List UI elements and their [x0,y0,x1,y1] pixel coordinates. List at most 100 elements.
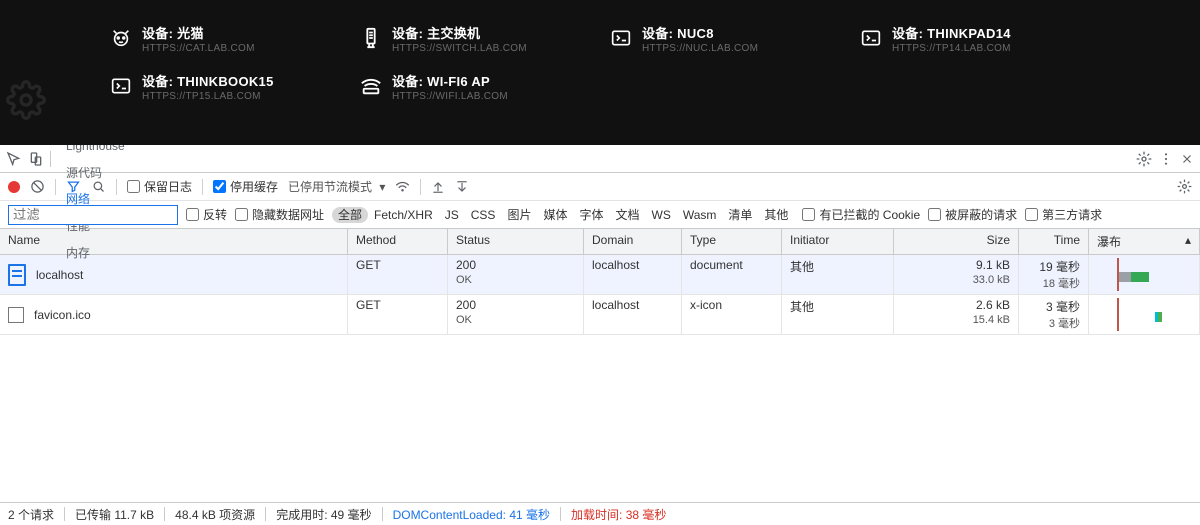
cat-icon [110,27,132,49]
document-icon [8,264,26,286]
table-header-row: Name Method Status Domain Type Initiator… [0,229,1200,255]
cell-method: GET [348,255,448,295]
filter-type[interactable]: 全部 [332,207,368,223]
filter-input[interactable] [8,205,178,225]
filter-type[interactable]: 文档 [609,207,645,223]
device-url: HTTPS://TP15.LAB.COM [142,91,274,102]
invert-checkbox[interactable]: 反转 [186,206,227,223]
blocked-cookies-checkbox[interactable]: 有已拦截的 Cookie [802,206,920,223]
device-url: HTTPS://NUC.LAB.COM [642,43,758,54]
filter-type[interactable]: 其他 [758,207,794,223]
throttling-dropdown[interactable]: 已停用节流模式 ▾ [288,178,385,195]
device-url: HTTPS://CAT.LAB.COM [142,43,255,54]
status-bar: 2 个请求 已传输 11.7 kB 48.4 kB 项资源 完成用时: 49 毫… [0,502,1200,525]
status-load: 加载时间: 38 毫秒 [571,506,666,523]
col-name[interactable]: Name [0,229,348,254]
cell-size: 2.6 kB15.4 kB [894,295,1019,335]
filter-type[interactable]: Wasm [677,207,723,223]
col-domain[interactable]: Domain [584,229,682,254]
record-button[interactable] [8,181,20,193]
cell-domain: localhost [584,255,682,295]
device-url: HTTPS://TP14.LAB.COM [892,43,1011,54]
col-status[interactable]: Status [448,229,584,254]
dashboard-panel: 设备: 光猫HTTPS://CAT.LAB.COM设备: 主交换机HTTPS:/… [0,0,1200,145]
device-card[interactable]: 设备: NUC8HTTPS://NUC.LAB.COM [610,14,860,62]
device-label: 设备: WI-FI6 AP [392,71,508,90]
terminal-icon [610,27,632,49]
col-time[interactable]: Time [1019,229,1089,254]
status-requests: 2 个请求 [8,506,54,523]
third-party-checkbox[interactable]: 第三方请求 [1025,206,1102,223]
cell-time: 19 毫秒18 毫秒 [1019,255,1089,295]
filter-icon[interactable] [66,179,81,194]
wifi-icon [360,75,382,97]
cell-initiator: 其他 [782,295,894,335]
network-conditions-icon[interactable] [395,179,410,194]
cell-time: 3 毫秒3 毫秒 [1019,295,1089,335]
drawer-settings-icon[interactable] [1177,179,1192,194]
more-icon[interactable] [1158,151,1174,167]
preserve-log-checkbox[interactable]: 保留日志 [127,178,192,195]
devtools-panel: 控制台元素应用Lighthouse源代码网络性能内存 保留日志 停用缓存 已停用… [0,145,1200,501]
device-url: HTTPS://WIFI.LAB.COM [392,91,508,102]
terminal-icon [110,75,132,97]
status-dcl: DOMContentLoaded: 41 毫秒 [393,506,550,523]
cell-name: localhost [36,268,83,282]
filter-type[interactable]: 媒体 [537,207,573,223]
filter-bar: 反转 隐藏数据网址 全部Fetch/XHRJSCSS图片媒体字体文档WSWasm… [0,201,1200,229]
import-har-icon[interactable] [431,180,445,194]
col-waterfall[interactable]: 瀑布 ▴ [1089,229,1200,254]
network-table: Name Method Status Domain Type Initiator… [0,229,1200,501]
device-card[interactable]: 设备: THINKBOOK15HTTPS://TP15.LAB.COM [110,62,360,110]
col-type[interactable]: Type [682,229,782,254]
filter-type[interactable]: 图片 [501,207,537,223]
devtools-tabs: 控制台元素应用Lighthouse源代码网络性能内存 [0,145,1200,173]
col-size[interactable]: Size [894,229,1019,254]
status-finish: 完成用时: 49 毫秒 [276,506,371,523]
filter-type[interactable]: Fetch/XHR [368,207,439,223]
cell-waterfall [1089,295,1200,335]
cell-status: 200OK [448,255,584,295]
device-label: 设备: 光猫 [142,23,255,42]
hide-data-urls-checkbox[interactable]: 隐藏数据网址 [235,206,324,223]
device-card[interactable]: 设备: 主交换机HTTPS://SWITCH.LAB.COM [360,14,610,62]
cell-name: favicon.ico [34,308,91,322]
network-toolbar: 保留日志 停用缓存 已停用节流模式 ▾ [0,173,1200,201]
switch-icon [360,27,382,49]
device-label: 设备: THINKBOOK15 [142,71,274,90]
status-transferred: 已传输 11.7 kB [75,506,154,523]
file-icon [8,307,24,323]
device-card[interactable]: 设备: 光猫HTTPS://CAT.LAB.COM [110,14,360,62]
device-url: HTTPS://SWITCH.LAB.COM [392,43,527,54]
device-toggle-icon[interactable] [28,151,44,167]
device-label: 设备: NUC8 [642,23,758,42]
cell-waterfall [1089,255,1200,295]
cell-method: GET [348,295,448,335]
clear-icon[interactable] [30,179,45,194]
search-icon[interactable] [91,179,106,194]
filter-type[interactable]: 字体 [573,207,609,223]
disable-cache-checkbox[interactable]: 停用缓存 [213,178,278,195]
blocked-requests-checkbox[interactable]: 被屏蔽的请求 [928,206,1017,223]
filter-type[interactable]: 清单 [722,207,758,223]
settings-icon[interactable] [1136,151,1152,167]
col-initiator[interactable]: Initiator [782,229,894,254]
cell-size: 9.1 kB33.0 kB [894,255,1019,295]
settings-gear-icon [6,80,46,120]
col-method[interactable]: Method [348,229,448,254]
inspect-icon[interactable] [6,151,22,167]
cell-type: x-icon [682,295,782,335]
table-row[interactable]: localhostGET200OKlocalhostdocument其他9.1 … [0,255,1200,295]
device-card[interactable]: 设备: THINKPAD14HTTPS://TP14.LAB.COM [860,14,1110,62]
filter-type[interactable]: WS [646,207,677,223]
cell-initiator: 其他 [782,255,894,295]
table-row[interactable]: favicon.icoGET200OKlocalhostx-icon其他2.6 … [0,295,1200,335]
cell-status: 200OK [448,295,584,335]
device-card[interactable]: 设备: WI-FI6 APHTTPS://WIFI.LAB.COM [360,62,610,110]
close-icon[interactable] [1180,152,1194,166]
filter-type[interactable]: JS [439,207,465,223]
device-label: 设备: THINKPAD14 [892,23,1011,42]
cell-type: document [682,255,782,295]
filter-type[interactable]: CSS [465,207,502,223]
export-har-icon[interactable] [455,180,469,194]
